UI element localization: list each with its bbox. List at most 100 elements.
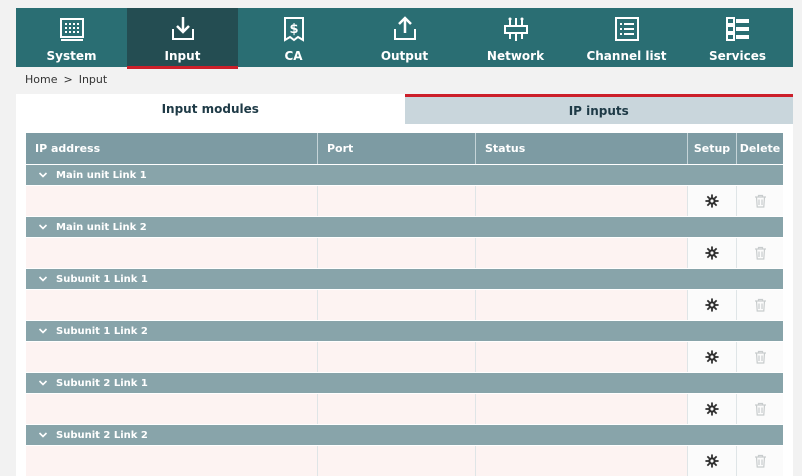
group-label: Subunit 1 Link 1 bbox=[56, 273, 148, 285]
nav-output[interactable]: Output bbox=[349, 8, 460, 67]
table-row bbox=[26, 445, 783, 476]
nav-services[interactable]: Services bbox=[682, 8, 793, 67]
gear-icon[interactable] bbox=[705, 350, 719, 364]
setup-cell bbox=[688, 186, 737, 216]
gear-icon[interactable] bbox=[705, 246, 719, 260]
status-cell bbox=[476, 186, 688, 216]
chevron-down-icon bbox=[38, 276, 48, 282]
delete-cell bbox=[737, 446, 783, 476]
status-cell bbox=[476, 342, 688, 372]
column-header-status: Status bbox=[476, 133, 688, 164]
nav-system-label: System bbox=[46, 49, 97, 63]
trash-icon[interactable] bbox=[754, 246, 767, 260]
group-label: Subunit 2 Link 2 bbox=[56, 429, 148, 441]
table-row bbox=[26, 393, 783, 424]
content-panel: Input modules IP inputs IP address Port … bbox=[16, 94, 793, 476]
breadcrumb-home[interactable]: Home bbox=[25, 73, 57, 86]
table-row bbox=[26, 237, 783, 268]
chevron-down-icon bbox=[38, 172, 48, 178]
column-header-setup: Setup bbox=[688, 133, 737, 164]
column-header-ip-address: IP address bbox=[26, 133, 318, 164]
ip-address-cell bbox=[26, 394, 318, 424]
nav-output-label: Output bbox=[380, 49, 429, 63]
nav-ca-label: CA bbox=[284, 49, 303, 63]
table-row bbox=[26, 185, 783, 216]
table-header: IP address Port Status Setup Delete bbox=[26, 133, 783, 164]
status-cell bbox=[476, 394, 688, 424]
group-header[interactable]: Main unit Link 1 bbox=[26, 164, 783, 185]
column-header-delete: Delete bbox=[739, 142, 781, 155]
gear-icon[interactable] bbox=[705, 298, 719, 312]
group-label: Main unit Link 1 bbox=[56, 169, 147, 181]
status-cell bbox=[476, 290, 688, 320]
trash-icon[interactable] bbox=[754, 350, 767, 364]
table-body: Main unit Link 1 Main unit Link 2 Subuni… bbox=[26, 164, 783, 476]
chevron-down-icon bbox=[38, 380, 48, 386]
setup-cell bbox=[688, 238, 737, 268]
nav-channel-list[interactable]: Channel list bbox=[571, 8, 682, 67]
port-cell bbox=[318, 186, 476, 216]
port-cell bbox=[318, 342, 476, 372]
delete-cell bbox=[737, 342, 783, 372]
input-icon bbox=[169, 15, 197, 43]
tab-bar: Input modules IP inputs bbox=[16, 94, 793, 124]
port-cell bbox=[318, 290, 476, 320]
nav-input[interactable]: Input bbox=[127, 8, 238, 69]
ip-address-cell bbox=[26, 446, 318, 476]
setup-cell bbox=[688, 394, 737, 424]
gear-icon[interactable] bbox=[705, 454, 719, 468]
gear-icon[interactable] bbox=[705, 194, 719, 208]
channel-list-icon bbox=[613, 15, 641, 43]
top-navigation: System Input $ CA Output Network Channel… bbox=[16, 8, 793, 69]
group-header[interactable]: Subunit 1 Link 1 bbox=[26, 268, 783, 289]
trash-icon[interactable] bbox=[754, 402, 767, 416]
nav-services-label: Services bbox=[708, 49, 767, 63]
ip-inputs-table: IP address Port Status Setup Delete Main… bbox=[26, 133, 783, 476]
group-header[interactable]: Main unit Link 2 bbox=[26, 216, 783, 237]
ip-address-cell bbox=[26, 238, 318, 268]
setup-cell bbox=[688, 290, 737, 320]
nav-network[interactable]: Network bbox=[460, 8, 571, 67]
group-header[interactable]: Subunit 2 Link 1 bbox=[26, 372, 783, 393]
delete-cell bbox=[737, 290, 783, 320]
system-icon bbox=[58, 15, 86, 43]
setup-cell bbox=[688, 342, 737, 372]
port-cell bbox=[318, 238, 476, 268]
column-header-port: Port bbox=[318, 133, 476, 164]
nav-ca[interactable]: $ CA bbox=[238, 8, 349, 67]
chevron-down-icon bbox=[38, 328, 48, 334]
nav-input-label: Input bbox=[164, 49, 201, 63]
breadcrumb-separator: > bbox=[63, 73, 73, 86]
port-cell bbox=[318, 394, 476, 424]
breadcrumb-current: Input bbox=[78, 73, 108, 86]
chevron-down-icon bbox=[38, 224, 48, 230]
group-label: Subunit 1 Link 2 bbox=[56, 325, 148, 337]
network-icon bbox=[502, 15, 530, 43]
status-cell bbox=[476, 446, 688, 476]
nav-channel-list-label: Channel list bbox=[586, 49, 667, 63]
group-label: Subunit 2 Link 1 bbox=[56, 377, 148, 389]
group-header[interactable]: Subunit 2 Link 2 bbox=[26, 424, 783, 445]
delete-cell bbox=[737, 238, 783, 268]
status-cell bbox=[476, 238, 688, 268]
services-icon bbox=[724, 15, 752, 43]
table-row bbox=[26, 289, 783, 320]
svg-text:$: $ bbox=[289, 22, 298, 37]
tab-input-modules[interactable]: Input modules bbox=[16, 94, 405, 124]
trash-icon[interactable] bbox=[754, 298, 767, 312]
nav-system[interactable]: System bbox=[16, 8, 127, 67]
ip-address-cell bbox=[26, 290, 318, 320]
nav-network-label: Network bbox=[486, 49, 545, 63]
chevron-down-icon bbox=[38, 432, 48, 438]
trash-icon[interactable] bbox=[754, 454, 767, 468]
output-icon bbox=[391, 15, 419, 43]
breadcrumb: Home > Input bbox=[25, 73, 107, 86]
ip-address-cell bbox=[26, 342, 318, 372]
group-header[interactable]: Subunit 1 Link 2 bbox=[26, 320, 783, 341]
setup-cell bbox=[688, 446, 737, 476]
ip-address-cell bbox=[26, 186, 318, 216]
tab-ip-inputs[interactable]: IP inputs bbox=[404, 94, 793, 124]
delete-cell bbox=[737, 394, 783, 424]
trash-icon[interactable] bbox=[754, 194, 767, 208]
gear-icon[interactable] bbox=[705, 402, 719, 416]
